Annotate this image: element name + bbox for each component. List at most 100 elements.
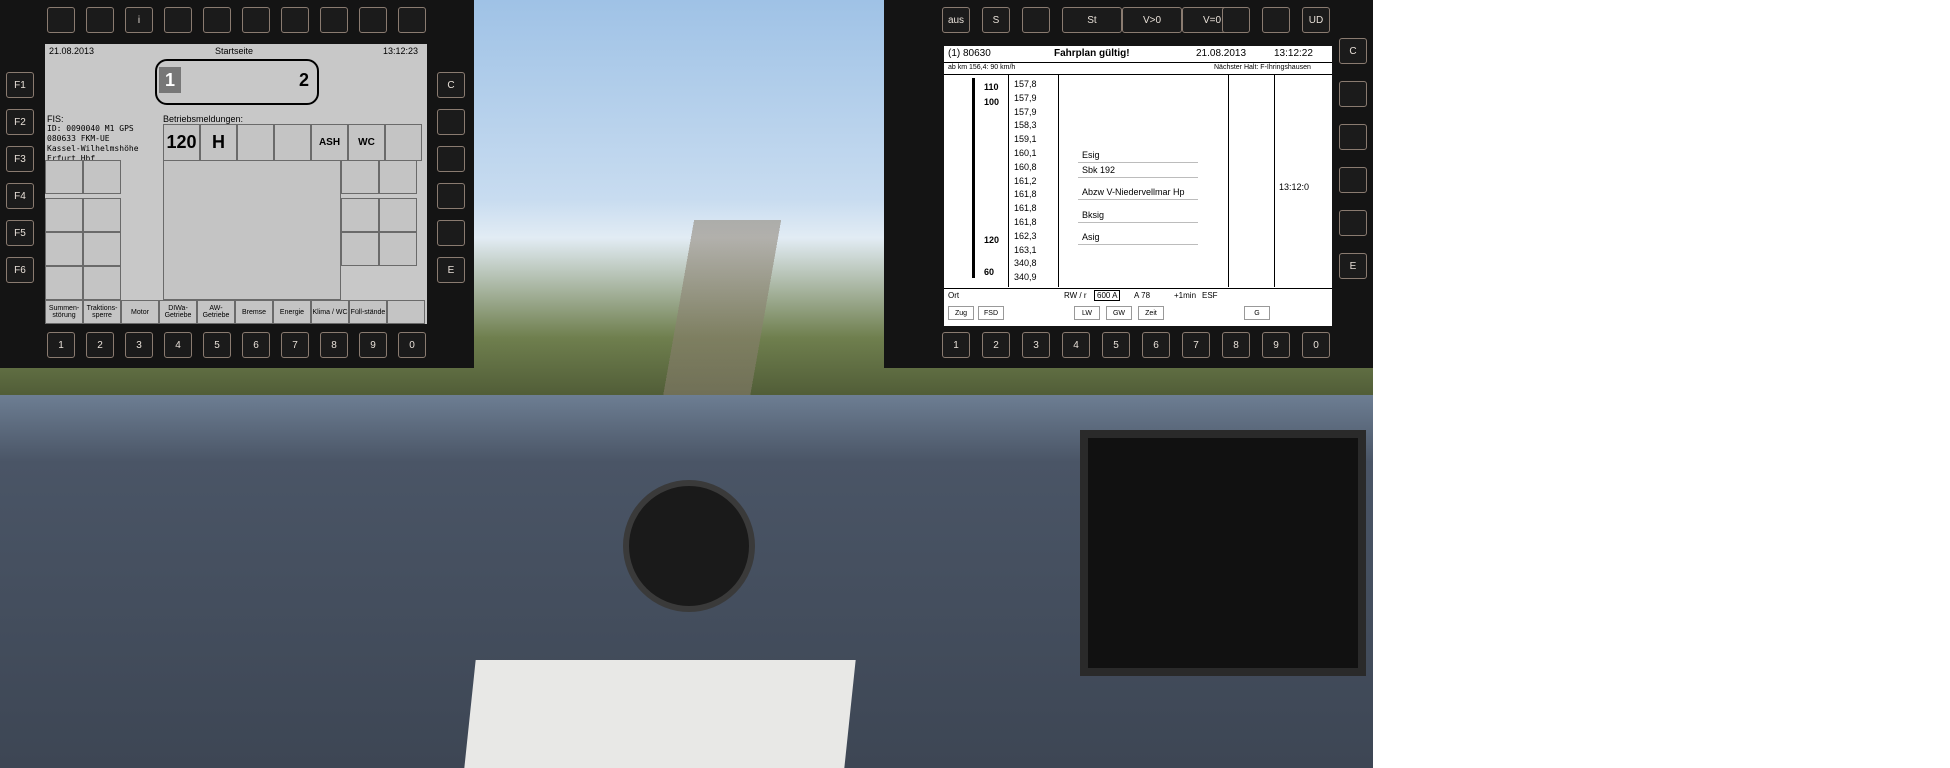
footer-button-2[interactable]: LW [1074, 306, 1100, 320]
top-key-6[interactable] [281, 7, 309, 33]
status-icon-2[interactable] [45, 198, 83, 232]
tab-4[interactable]: AW-Getriebe [197, 300, 235, 324]
fn-key-1[interactable]: F1 [6, 72, 34, 98]
status-indicator-0[interactable]: 120 [163, 124, 200, 161]
top-key-8[interactable] [359, 7, 387, 33]
nav-key-2[interactable] [437, 146, 465, 172]
screen-time: 13:12:23 [383, 46, 419, 56]
number-key-8[interactable]: 8 [320, 332, 348, 358]
top-key-7[interactable] [1262, 7, 1290, 33]
nav-key-2[interactable] [1339, 124, 1367, 150]
number-key-9[interactable]: 9 [359, 332, 387, 358]
status-icon-5[interactable] [83, 232, 121, 266]
top-key-5[interactable] [242, 7, 270, 33]
top-key-7[interactable] [320, 7, 348, 33]
header-id: (1) 80630 [948, 48, 991, 59]
nav-key-1[interactable] [437, 109, 465, 135]
footer-button-1[interactable]: FSD [978, 306, 1004, 320]
tab-2[interactable]: Motor [121, 300, 159, 324]
top-key-0[interactable]: aus [942, 7, 970, 33]
fn-key-2[interactable]: F2 [6, 109, 34, 135]
number-key-3[interactable]: 3 [1022, 332, 1050, 358]
status-icon-12[interactable] [341, 232, 379, 266]
fn-key-3[interactable]: F3 [6, 146, 34, 172]
tab-7[interactable]: Klima / WC [311, 300, 349, 324]
top-key-4[interactable]: V>0 [1122, 7, 1182, 33]
number-key-9[interactable]: 9 [1262, 332, 1290, 358]
status-icon-13[interactable] [379, 232, 417, 266]
number-key-2[interactable]: 2 [86, 332, 114, 358]
train-end-1[interactable]: 1 [159, 67, 181, 93]
status-indicator-6[interactable] [385, 124, 422, 161]
footer-button-4[interactable]: Zeit [1138, 306, 1164, 320]
nav-key-0[interactable]: C [437, 72, 465, 98]
tab-3[interactable]: DIWa-Getriebe [159, 300, 197, 324]
number-key-5[interactable]: 5 [203, 332, 231, 358]
status-indicator-3[interactable] [274, 124, 311, 161]
number-key-7[interactable]: 7 [1182, 332, 1210, 358]
tab-8[interactable]: Füll-stände [349, 300, 387, 324]
top-key-8[interactable]: UD [1302, 7, 1330, 33]
tab-1[interactable]: Traktions-sperre [83, 300, 121, 324]
tab-9[interactable] [387, 300, 425, 324]
nav-key-5[interactable]: E [437, 257, 465, 283]
status-indicator-1[interactable]: H [200, 124, 237, 161]
event-line [1078, 244, 1198, 245]
footer-button-0[interactable]: Zug [948, 306, 974, 320]
status-icon-0[interactable] [45, 160, 83, 194]
footer-button-5[interactable]: G [1244, 306, 1270, 320]
number-key-7[interactable]: 7 [281, 332, 309, 358]
top-key-3[interactable]: St [1062, 7, 1122, 33]
status-icon-4[interactable] [45, 232, 83, 266]
fn-key-5[interactable]: F5 [6, 220, 34, 246]
status-icon-1[interactable] [83, 160, 121, 194]
number-key-0[interactable]: 0 [398, 332, 426, 358]
nav-key-0[interactable]: C [1339, 38, 1367, 64]
fn-key-4[interactable]: F4 [6, 183, 34, 209]
status-icon-7[interactable] [83, 266, 121, 300]
status-icon-3[interactable] [83, 198, 121, 232]
status-icon-9[interactable] [379, 160, 417, 194]
status-indicator-5[interactable]: WC [348, 124, 385, 161]
top-key-9[interactable] [398, 7, 426, 33]
status-indicator-4[interactable]: ASH [311, 124, 348, 161]
number-key-6[interactable]: 6 [1142, 332, 1170, 358]
top-key-6[interactable] [1222, 7, 1250, 33]
number-key-3[interactable]: 3 [125, 332, 153, 358]
tab-5[interactable]: Bremse [235, 300, 273, 324]
top-key-2[interactable]: i [125, 7, 153, 33]
tab-6[interactable]: Energie [273, 300, 311, 324]
nav-key-4[interactable] [1339, 210, 1367, 236]
number-key-6[interactable]: 6 [242, 332, 270, 358]
status-icon-10[interactable] [341, 198, 379, 232]
status-icon-8[interactable] [341, 160, 379, 194]
fn-key-6[interactable]: F6 [6, 257, 34, 283]
number-key-1[interactable]: 1 [47, 332, 75, 358]
train-end-2[interactable]: 2 [293, 67, 315, 93]
status-indicator-2[interactable] [237, 124, 274, 161]
status-icon-6[interactable] [45, 266, 83, 300]
top-key-0[interactable] [47, 7, 75, 33]
nav-key-3[interactable] [1339, 167, 1367, 193]
number-key-8[interactable]: 8 [1222, 332, 1250, 358]
top-key-3[interactable] [164, 7, 192, 33]
number-key-5[interactable]: 5 [1102, 332, 1130, 358]
fis-line: Kassel-Wilhelmshöhe [47, 144, 139, 153]
number-key-2[interactable]: 2 [982, 332, 1010, 358]
number-key-0[interactable]: 0 [1302, 332, 1330, 358]
nav-key-1[interactable] [1339, 81, 1367, 107]
number-key-1[interactable]: 1 [942, 332, 970, 358]
top-key-1[interactable]: S [982, 7, 1010, 33]
tab-0[interactable]: Summen-störung [45, 300, 83, 324]
km-value: 162,3 [1014, 230, 1037, 241]
number-key-4[interactable]: 4 [1062, 332, 1090, 358]
top-key-1[interactable] [86, 7, 114, 33]
top-key-4[interactable] [203, 7, 231, 33]
top-key-2[interactable] [1022, 7, 1050, 33]
status-icon-11[interactable] [379, 198, 417, 232]
nav-key-5[interactable]: E [1339, 253, 1367, 279]
nav-key-3[interactable] [437, 183, 465, 209]
nav-key-4[interactable] [437, 220, 465, 246]
number-key-4[interactable]: 4 [164, 332, 192, 358]
footer-button-3[interactable]: GW [1106, 306, 1132, 320]
